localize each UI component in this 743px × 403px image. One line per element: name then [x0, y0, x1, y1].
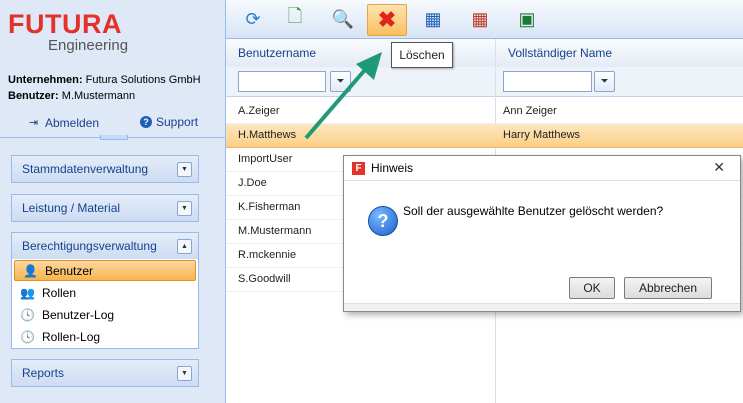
panel-title-leistung: Leistung / Material: [22, 201, 121, 215]
panel-leistung: Leistung / Material ▼: [11, 194, 199, 222]
panel-head-reports[interactable]: Reports ▼: [12, 360, 198, 386]
cell-username: K.Fisherman: [238, 201, 301, 213]
save-icon: ▦: [424, 8, 442, 29]
search-button[interactable]: 🔍: [324, 4, 362, 34]
filter-input-name[interactable]: [503, 71, 592, 92]
question-icon: ?: [368, 206, 398, 236]
collapse-icon[interactable]: ▲: [177, 238, 192, 254]
sidebar-item-label: Rollen: [42, 286, 77, 300]
user-name: M.Mustermann: [61, 90, 136, 102]
sidebar-item-benutzer-log[interactable]: 🕓 Benutzer-Log: [12, 304, 198, 326]
save-button[interactable]: ▦: [414, 4, 452, 34]
cell-username: J.Doe: [238, 177, 267, 189]
logout-icon: ⇥: [28, 117, 39, 129]
dialog-titlebar[interactable]: F Hinweis ✕: [344, 156, 740, 181]
expand-icon[interactable]: ▼: [177, 365, 192, 381]
close-icon[interactable]: ✕: [713, 159, 725, 176]
add-icon: 🗋: [287, 6, 303, 26]
cell-username: R.mckennie: [238, 249, 297, 261]
add-button[interactable]: 🗋: [276, 4, 314, 34]
panel-berechtigung: Berechtigungsverwaltung ▲ 👤 Benutzer 👥 R…: [11, 232, 199, 349]
logo: FUTURA Engineering: [8, 10, 128, 54]
sidebar-item-rollen[interactable]: 👥 Rollen: [12, 282, 198, 304]
tooltip: Löschen: [391, 42, 453, 68]
dialog-body: ? Soll der ausgewählte Benutzer gelöscht…: [344, 181, 740, 304]
expand-icon[interactable]: ▼: [177, 200, 192, 216]
sidebar-item-label: Rollen-Log: [42, 330, 101, 344]
user-icon: 👤: [23, 263, 38, 278]
cell-fullname: Ann Zeiger: [503, 105, 557, 117]
logout-label: Abmelden: [45, 115, 100, 130]
delete-button[interactable]: ✖: [367, 4, 407, 36]
cell-username: A.Zeiger: [238, 105, 280, 117]
dialog-message: Soll der ausgewählte Benutzer gelöscht w…: [403, 204, 664, 218]
log-icon: 🕓: [20, 308, 35, 322]
support-button[interactable]: ? Support: [140, 115, 198, 129]
refresh-icon: ⟳: [245, 8, 261, 29]
help-icon: ?: [140, 116, 152, 128]
sidebar-item-label: Benutzer-Log: [42, 308, 115, 322]
edit-button[interactable]: ▦: [461, 4, 499, 34]
log-icon: 🕓: [20, 330, 35, 344]
logo-sub: Engineering: [48, 37, 129, 54]
excel-icon: ▣: [518, 8, 536, 29]
sidebar: FUTURA Engineering Unternehmen: Futura S…: [0, 0, 226, 403]
excel-export-button[interactable]: ▣: [508, 4, 546, 34]
panel-head-leistung[interactable]: Leistung / Material ▼: [12, 195, 198, 221]
sidebar-item-label: Benutzer: [45, 263, 94, 278]
filter-icon: ⏷: [600, 76, 609, 87]
dialog-title: Hinweis: [371, 161, 414, 175]
filter-button-name[interactable]: ⏷: [594, 71, 615, 92]
account-actions: ⇥ Abmelden ? Support: [0, 112, 225, 134]
cancel-button[interactable]: Abbrechen: [624, 277, 712, 299]
app-logo-icon: F: [352, 161, 365, 175]
sidebar-item-benutzer[interactable]: 👤 Benutzer: [14, 260, 196, 281]
logout-button[interactable]: ⇥ Abmelden: [26, 115, 99, 130]
cell-username: S.Goodwill: [238, 273, 291, 285]
panel-reports: Reports ▼: [11, 359, 199, 387]
panel-stammdaten: Stammdatenverwaltung ▼: [11, 155, 199, 183]
panel-title-reports: Reports: [22, 366, 65, 380]
search-icon: 🔍: [331, 8, 355, 29]
splitter-knob[interactable]: [100, 135, 128, 140]
user-label: Benutzer:: [8, 90, 59, 102]
panel-title-stammdaten: Stammdatenverwaltung: [22, 162, 149, 176]
annotation-arrow-icon: [304, 52, 382, 140]
sidebar-item-rollen-log[interactable]: 🕓 Rollen-Log: [12, 326, 198, 348]
company-name: Futura Solutions GmbH: [85, 74, 201, 86]
account-info: Unternehmen: Futura Solutions GmbH Benut…: [8, 72, 201, 104]
edit-icon: ▦: [471, 8, 489, 29]
cell-fullname: Harry Matthews: [503, 129, 581, 141]
panel-head-berechtigung[interactable]: Berechtigungsverwaltung ▲: [12, 233, 198, 259]
panel-title-berechtigung: Berechtigungsverwaltung: [22, 239, 157, 253]
toolbar: ⟳ 🗋 🔍 ✖ ▦ ▦ ▣: [226, 0, 743, 39]
ok-button[interactable]: OK: [569, 277, 615, 299]
delete-icon: ✖: [377, 7, 397, 32]
logo-main: FUTURA: [8, 9, 122, 39]
cell-username: H.Matthews: [238, 129, 297, 141]
company-label: Unternehmen:: [8, 74, 83, 86]
confirm-dialog: F Hinweis ✕ ? Soll der ausgewählte Benut…: [343, 155, 741, 312]
panel-head-stammdaten[interactable]: Stammdatenverwaltung ▼: [12, 156, 198, 182]
column-header-vollstaendiger-name[interactable]: Vollständiger Name: [496, 39, 612, 67]
cell-username: M.Mustermann: [238, 225, 312, 237]
cell-username: ImportUser: [238, 153, 293, 165]
group-icon: 👥: [20, 286, 35, 300]
expand-icon[interactable]: ▼: [177, 161, 192, 177]
support-label: Support: [156, 115, 199, 129]
refresh-button[interactable]: ⟳: [234, 4, 272, 34]
sidebar-splitter[interactable]: [0, 135, 225, 146]
